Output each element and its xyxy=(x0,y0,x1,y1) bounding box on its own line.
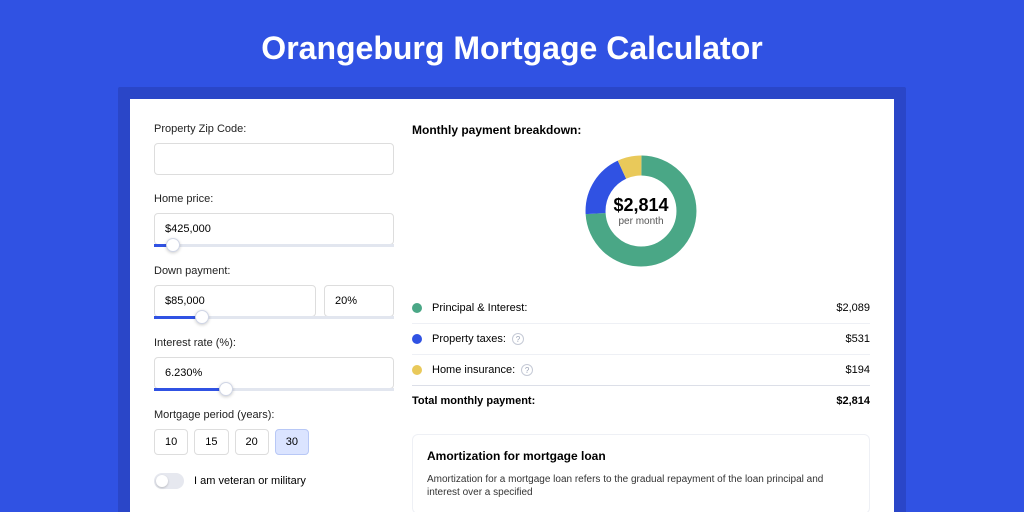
home-price-input[interactable] xyxy=(154,213,394,245)
legend-row-1: Property taxes:?$531 xyxy=(412,323,870,354)
frame-shadow: Property Zip Code: Home price: Down paym… xyxy=(118,87,906,512)
veteran-toggle-knob xyxy=(156,475,168,487)
legend-value: $2,089 xyxy=(836,302,870,314)
period-label: Mortgage period (years): xyxy=(154,409,394,421)
legend-value: $531 xyxy=(846,333,870,345)
veteran-row: I am veteran or military xyxy=(154,473,394,489)
info-icon[interactable]: ? xyxy=(521,364,533,376)
total-label: Total monthly payment: xyxy=(412,395,836,407)
amortization-card: Amortization for mortgage loan Amortizat… xyxy=(412,434,870,512)
amortization-text: Amortization for a mortgage loan refers … xyxy=(427,473,855,499)
legend-dot xyxy=(412,334,422,344)
period-option-15[interactable]: 15 xyxy=(194,429,228,455)
breakdown-panel: Monthly payment breakdown: $2,814 per mo… xyxy=(412,123,870,512)
legend-dot xyxy=(412,365,422,375)
veteran-label: I am veteran or military xyxy=(194,475,306,487)
interest-slider-thumb[interactable] xyxy=(219,382,233,396)
period-option-20[interactable]: 20 xyxy=(235,429,269,455)
donut-amount: $2,814 xyxy=(613,195,668,216)
home-price-label: Home price: xyxy=(154,193,394,205)
down-payment-label: Down payment: xyxy=(154,265,394,277)
form-panel: Property Zip Code: Home price: Down paym… xyxy=(154,123,394,512)
home-price-slider[interactable] xyxy=(154,244,394,247)
total-value: $2,814 xyxy=(836,395,870,407)
home-price-field: Home price: xyxy=(154,193,394,247)
interest-slider[interactable] xyxy=(154,388,394,391)
legend-dot xyxy=(412,303,422,313)
legend-row-0: Principal & Interest:$2,089 xyxy=(412,293,870,323)
calculator-app: Property Zip Code: Home price: Down paym… xyxy=(130,99,894,512)
period-option-10[interactable]: 10 xyxy=(154,429,188,455)
donut-center: $2,814 per month xyxy=(613,195,668,227)
down-payment-percent-input[interactable] xyxy=(324,285,394,317)
down-payment-field: Down payment: xyxy=(154,265,394,319)
legend-name: Home insurance:? xyxy=(432,364,846,376)
interest-label: Interest rate (%): xyxy=(154,337,394,349)
period-options: 1015 2030 xyxy=(154,429,394,455)
home-price-slider-thumb[interactable] xyxy=(166,238,180,252)
info-icon[interactable]: ? xyxy=(512,333,524,345)
breakdown-title: Monthly payment breakdown: xyxy=(412,123,870,137)
total-row: Total monthly payment: $2,814 xyxy=(412,385,870,416)
zip-field: Property Zip Code: xyxy=(154,123,394,175)
period-option-30[interactable]: 30 xyxy=(275,429,309,455)
period-field: Mortgage period (years): 1015 2030 xyxy=(154,409,394,455)
legend-name: Principal & Interest: xyxy=(432,302,836,314)
down-payment-slider-thumb[interactable] xyxy=(195,310,209,324)
donut-chart: $2,814 per month xyxy=(412,151,870,271)
veteran-toggle[interactable] xyxy=(154,473,184,489)
zip-label: Property Zip Code: xyxy=(154,123,394,135)
interest-field: Interest rate (%): xyxy=(154,337,394,391)
interest-input[interactable] xyxy=(154,357,394,389)
down-payment-amount-input[interactable] xyxy=(154,285,316,317)
legend: Principal & Interest:$2,089Property taxe… xyxy=(412,293,870,385)
zip-input[interactable] xyxy=(154,143,394,175)
legend-value: $194 xyxy=(846,364,870,376)
down-payment-slider[interactable] xyxy=(154,316,394,319)
amortization-title: Amortization for mortgage loan xyxy=(427,449,855,463)
legend-name: Property taxes:? xyxy=(432,333,846,345)
donut-sub: per month xyxy=(613,216,668,227)
interest-slider-fill xyxy=(154,388,226,391)
page-title: Orangeburg Mortgage Calculator xyxy=(0,0,1024,87)
legend-row-2: Home insurance:?$194 xyxy=(412,354,870,385)
